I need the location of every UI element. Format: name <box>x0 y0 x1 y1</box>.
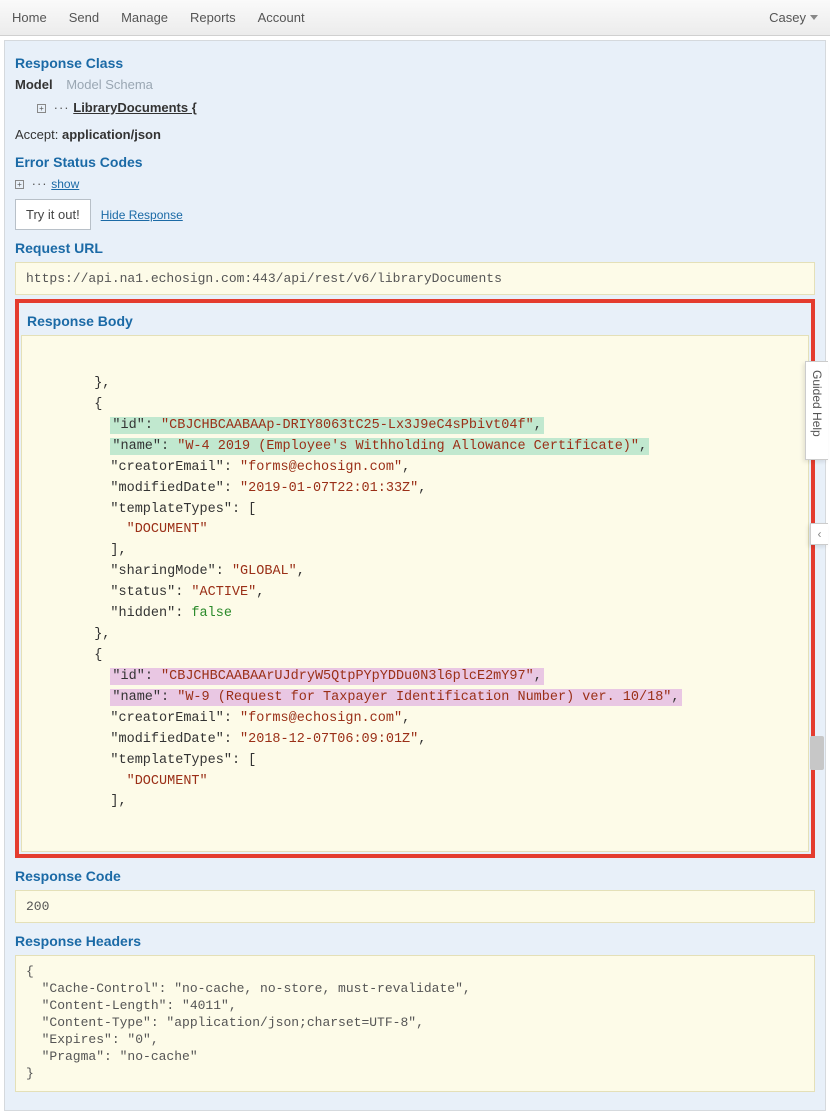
response-body-title: Response Body <box>27 313 809 329</box>
request-url-box: https://api.na1.echosign.com:443/api/res… <box>15 262 815 295</box>
response-class-title: Response Class <box>15 55 815 71</box>
guided-help-tab[interactable]: Guided Help <box>805 361 828 460</box>
api-page: Response Class Model Model Schema + ··· … <box>4 40 826 1111</box>
tab-model[interactable]: Model <box>15 77 53 92</box>
nav-home[interactable]: Home <box>12 10 47 25</box>
error-show-row: + ··· show <box>15 176 815 191</box>
error-codes-title: Error Status Codes <box>15 154 815 170</box>
response-headers-title: Response Headers <box>15 933 815 949</box>
show-link[interactable]: show <box>51 177 79 191</box>
model-name[interactable]: LibraryDocuments { <box>73 100 197 115</box>
accept-value: application/json <box>62 127 161 142</box>
scrollbar-thumb[interactable] <box>810 736 824 770</box>
ellipsis-icon: ··· <box>32 176 48 191</box>
accept-label: Accept: <box>15 127 58 142</box>
tab-model-schema[interactable]: Model Schema <box>66 77 153 92</box>
top-nav-bar: Home Send Manage Reports Account Casey <box>0 0 830 36</box>
response-headers-box: { "Cache-Control": "no-cache, no-store, … <box>15 955 815 1091</box>
try-it-out-button[interactable]: Try it out! <box>15 199 91 230</box>
nav-account[interactable]: Account <box>258 10 305 25</box>
chevron-left-icon[interactable]: ‹ <box>810 523 828 545</box>
response-class-tabs: Model Model Schema <box>15 77 815 92</box>
hide-response-link[interactable]: Hide Response <box>101 208 183 222</box>
expand-icon[interactable]: + <box>15 180 24 189</box>
response-code-box: 200 <box>15 890 815 923</box>
nav-manage[interactable]: Manage <box>121 10 168 25</box>
user-name: Casey <box>769 10 806 25</box>
accept-row: Accept: application/json <box>15 127 815 142</box>
response-body-section: Response Body }, { "id": "CBJCHBCAABAAp-… <box>15 299 815 858</box>
response-code-title: Response Code <box>15 868 815 884</box>
response-body-box[interactable]: }, { "id": "CBJCHBCAABAAp-DRIY8063tC25-L… <box>21 335 809 852</box>
ellipsis-icon: ··· <box>54 100 70 115</box>
expand-icon[interactable]: + <box>37 104 46 113</box>
request-url-title: Request URL <box>15 240 815 256</box>
model-row: + ··· LibraryDocuments { <box>37 100 815 115</box>
nav-links: Home Send Manage Reports Account <box>12 10 305 25</box>
caret-down-icon <box>810 15 818 20</box>
user-menu[interactable]: Casey <box>769 10 818 25</box>
nav-reports[interactable]: Reports <box>190 10 236 25</box>
nav-send[interactable]: Send <box>69 10 99 25</box>
